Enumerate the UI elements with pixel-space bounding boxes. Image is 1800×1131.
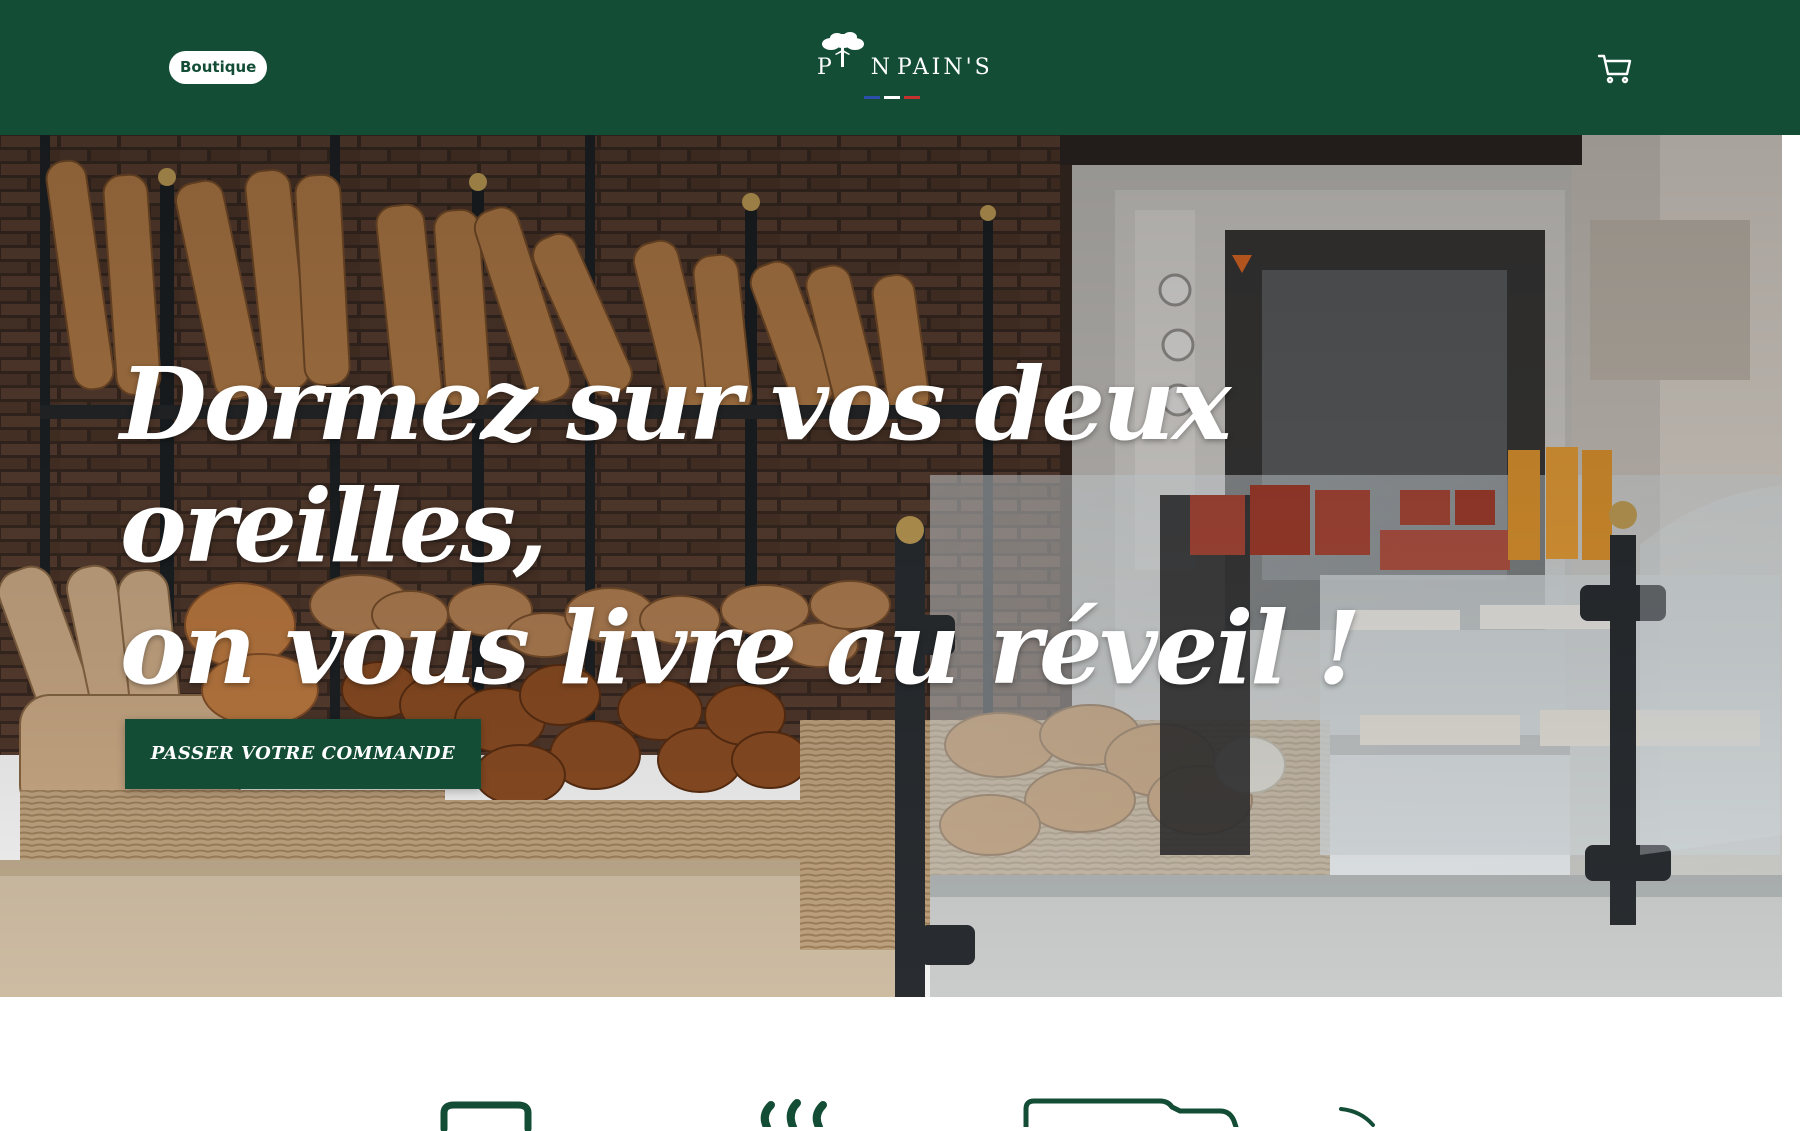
hero-title-line2: on vous livre au réveil ! <box>120 589 1361 707</box>
hero-title: Dormez sur vos deux oreilles, on vous li… <box>120 343 1520 709</box>
logo-text-left: P N <box>817 55 906 80</box>
shop-button[interactable]: Boutique <box>169 51 268 84</box>
cart-icon[interactable] <box>1595 48 1635 88</box>
logo-text-right: PAIN'S <box>897 55 993 80</box>
logo[interactable]: P N PAIN'S <box>805 28 1005 108</box>
site-header: Boutique P N PAIN'S <box>0 0 1800 135</box>
scrollbar-gutter <box>1782 135 1800 997</box>
arrow-icon <box>1339 1107 1375 1127</box>
hero-banner: Dormez sur vos deux oreilles, on vous li… <box>0 135 1782 997</box>
heat-icon <box>760 1099 827 1127</box>
features-section <box>0 997 1800 1131</box>
hero-title-line1: Dormez sur vos deux oreilles, <box>120 345 1231 585</box>
bag-icon <box>440 1101 532 1131</box>
order-button[interactable]: PASSER VOTRE COMMANDE <box>125 719 481 789</box>
truck-icon <box>1023 1098 1239 1127</box>
